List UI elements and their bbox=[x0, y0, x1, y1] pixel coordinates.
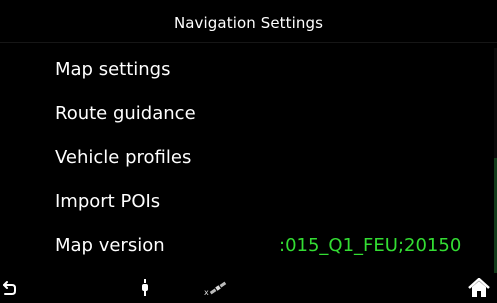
svg-text:x: x bbox=[204, 288, 209, 297]
menu-item-map-version[interactable]: Map version :015_Q1_FEU;20150 bbox=[0, 226, 497, 270]
header-divider bbox=[0, 42, 497, 43]
menu-item-route-guidance[interactable]: Route guidance bbox=[0, 94, 497, 138]
menu-item-import-pois[interactable]: Import POIs bbox=[0, 182, 497, 226]
menu-item-label: Map version bbox=[55, 235, 165, 256]
location-pin-icon bbox=[141, 279, 149, 297]
back-button[interactable] bbox=[0, 277, 20, 299]
menu-item-label: Route guidance bbox=[55, 103, 196, 124]
menu-item-label: Import POIs bbox=[55, 191, 161, 212]
menu-item-vehicle-profiles[interactable]: Vehicle profiles bbox=[0, 138, 497, 182]
back-icon bbox=[3, 280, 17, 296]
home-icon bbox=[467, 278, 491, 298]
gps-status-button[interactable]: x bbox=[203, 277, 229, 299]
menu-item-label: Map settings bbox=[55, 59, 171, 80]
header: Navigation Settings bbox=[0, 0, 497, 48]
bottom-bar: x bbox=[0, 273, 497, 303]
menu-item-map-settings[interactable]: Map settings bbox=[0, 50, 497, 94]
location-button[interactable] bbox=[138, 277, 152, 299]
home-button[interactable] bbox=[464, 277, 494, 299]
satellite-icon: x bbox=[204, 279, 228, 297]
menu-item-label: Vehicle profiles bbox=[55, 147, 192, 168]
map-version-value: :015_Q1_FEU;20150 bbox=[279, 235, 462, 256]
settings-menu: Map settings Route guidance Vehicle prof… bbox=[0, 50, 497, 270]
page-title: Navigation Settings bbox=[173, 14, 324, 32]
